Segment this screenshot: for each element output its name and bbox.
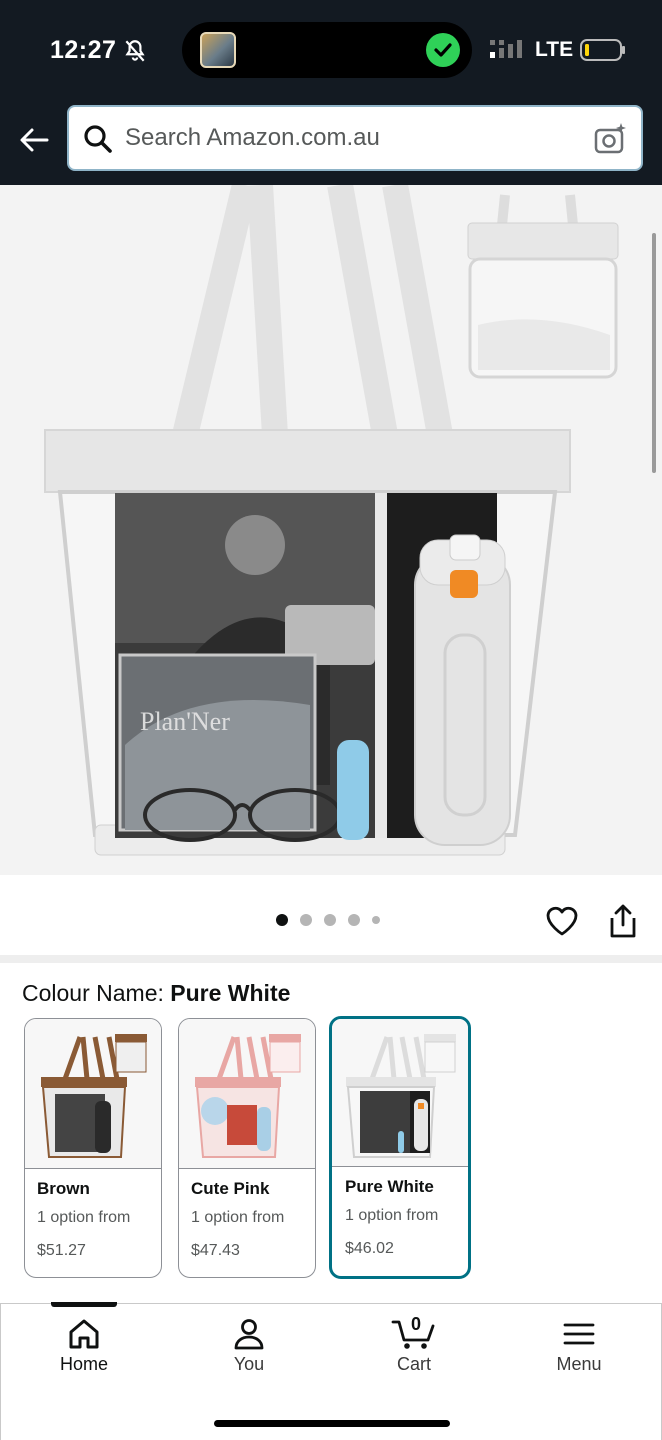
swatch-price: $47.43 [191, 1242, 240, 1259]
status-time: 12:27 [50, 36, 117, 64]
section-divider [0, 955, 662, 963]
swatch-name: Pure White [345, 1177, 434, 1196]
active-tab-indicator [51, 1302, 117, 1307]
image-actions-row [0, 875, 662, 955]
signal-icon [490, 40, 522, 58]
colour-option-brown[interactable]: Brown 1 option from $51.27 [24, 1018, 162, 1278]
colour-option-pure-white[interactable]: Pure White 1 option from $46.02 [329, 1016, 471, 1279]
bell-muted-icon [125, 40, 145, 62]
nav-home-label: Home [59, 1354, 108, 1374]
swatch-availability: 1 option from [191, 1209, 285, 1226]
search-input[interactable] [125, 115, 585, 161]
check-circle-icon [426, 33, 460, 67]
swatch-name: Cute Pink [191, 1179, 270, 1198]
swatch-availability: 1 option from [345, 1207, 439, 1224]
back-button[interactable] [16, 122, 52, 158]
carousel-dot[interactable] [372, 916, 380, 924]
colour-label-prefix: Colour Name: [22, 980, 164, 1006]
swatch-name: Brown [37, 1179, 90, 1198]
search-icon [84, 125, 112, 153]
battery-icon [580, 39, 625, 61]
swatch-thumbnail [25, 1019, 161, 1169]
home-icon [69, 1319, 99, 1349]
tote-bag-illustration: Plan'Ner [44, 185, 619, 856]
swatch-price: $51.27 [37, 1242, 86, 1259]
colour-name-label: Colour Name: Pure White [22, 980, 290, 1007]
activity-thumbnail [200, 32, 236, 68]
share-icon[interactable] [606, 903, 640, 939]
camera-sparkle-icon[interactable] [593, 121, 629, 157]
hamburger-menu-icon [563, 1323, 595, 1345]
nav-you-label: You [233, 1354, 265, 1374]
home-indicator[interactable] [214, 1420, 450, 1427]
product-image[interactable]: Plan'Ner [0, 185, 662, 875]
colour-option-cute-pink[interactable]: Cute Pink 1 option from $47.43 [178, 1018, 316, 1278]
carousel-dot[interactable] [324, 914, 336, 926]
nav-you[interactable]: You [189, 1318, 309, 1388]
colour-selected-value: Pure White [170, 980, 291, 1006]
image-scroll-indicator [652, 233, 656, 473]
search-bar[interactable] [67, 105, 643, 171]
carousel-dot[interactable] [300, 914, 312, 926]
swatch-thumbnail [332, 1019, 468, 1167]
nav-menu[interactable]: Menu [519, 1318, 639, 1388]
nav-menu-label: Menu [556, 1354, 602, 1374]
carousel-dot[interactable] [348, 914, 360, 926]
swatch-price: $46.02 [345, 1240, 394, 1257]
arrow-left-icon [20, 128, 49, 152]
person-icon [234, 1319, 264, 1350]
dynamic-island [182, 22, 472, 78]
cart-count-badge: 0 [410, 1314, 422, 1334]
status-bar: 12:27 LTE [0, 0, 662, 100]
heart-icon[interactable] [544, 903, 580, 939]
swatch-availability: 1 option from [37, 1209, 131, 1226]
nav-cart-label: Cart [396, 1354, 431, 1374]
carousel-dot[interactable] [276, 914, 288, 926]
svg-text:Plan'Ner: Plan'Ner [140, 707, 230, 736]
bottom-nav: Home You 0 Cart Menu [0, 1302, 662, 1440]
app-header: 12:27 LTE [0, 0, 662, 185]
carousel-dots[interactable] [276, 914, 380, 926]
nav-home[interactable]: Home [24, 1318, 144, 1388]
swatch-thumbnail [179, 1019, 315, 1169]
network-label: LTE [535, 38, 574, 61]
nav-cart[interactable]: 0 Cart [354, 1314, 474, 1388]
